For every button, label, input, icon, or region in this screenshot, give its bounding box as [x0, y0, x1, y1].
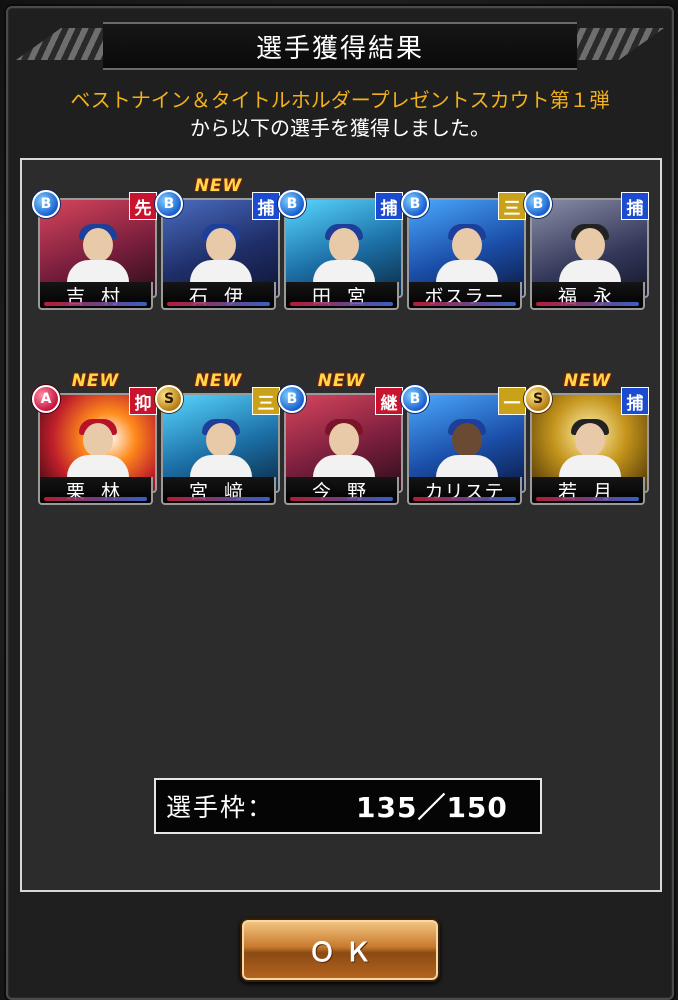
player-name: カリステ	[407, 477, 522, 505]
roster-count-box: 選手枠： 135／150	[154, 778, 542, 834]
scout-name-text: ベストナイン＆タイトルホルダープレゼントスカウト第１弾	[70, 88, 610, 112]
player-card[interactable]: 栗 林 A 抑 NEW	[32, 371, 157, 505]
position-badge: 三	[252, 387, 280, 415]
player-name: 今 野	[284, 477, 399, 505]
player-card[interactable]: ボスラー B 三	[401, 190, 526, 310]
position-badge: 捕	[621, 192, 649, 220]
title-bar: 選手獲得結果	[8, 22, 672, 70]
rank-badge: B	[401, 190, 429, 218]
player-card[interactable]: 田 宮 B 捕	[278, 190, 403, 310]
player-card[interactable]: カリステ B 一	[401, 385, 526, 505]
player-card[interactable]: 宮 﨑 S 三 NEW	[155, 371, 280, 505]
player-name: 栗 林	[38, 477, 153, 505]
result-dialog: 選手獲得結果 ベストナイン＆タイトルホルダープレゼントスカウト第１弾 から以下の…	[6, 6, 674, 1000]
new-label: NEW	[194, 371, 243, 391]
position-badge: 継	[375, 387, 403, 415]
rank-badge: B	[401, 385, 429, 413]
title-plate: 選手獲得結果	[103, 22, 577, 70]
ok-button[interactable]: ＯＫ	[240, 918, 440, 982]
player-card[interactable]: 石 伊 B 捕 NEW	[155, 176, 280, 310]
player-list-panel: 吉 村 B 先 石 伊 B 捕 NEW 田 宮 B 捕 ボスラー B 三 福 永…	[20, 158, 662, 892]
acquired-text: から以下の選手を獲得しました。	[190, 116, 490, 140]
player-name: 若 月	[530, 477, 645, 505]
position-badge: 抑	[129, 387, 157, 415]
position-badge: 三	[498, 192, 526, 220]
player-grid: 吉 村 B 先 石 伊 B 捕 NEW 田 宮 B 捕 ボスラー B 三 福 永…	[32, 176, 649, 505]
new-label: NEW	[71, 371, 120, 391]
position-badge: 捕	[252, 192, 280, 220]
roster-label: 選手枠：	[166, 793, 275, 822]
rank-badge: B	[524, 190, 552, 218]
rank-badge: B	[278, 190, 306, 218]
player-name: ボスラー	[407, 282, 522, 310]
new-label: NEW	[317, 371, 366, 391]
player-name: 田 宮	[284, 282, 399, 310]
player-card[interactable]: 吉 村 B 先	[32, 190, 157, 310]
player-card[interactable]: 今 野 B 継 NEW	[278, 371, 403, 505]
new-label: NEW	[563, 371, 612, 391]
player-name: 福 永	[530, 282, 645, 310]
result-message: ベストナイン＆タイトルホルダープレゼントスカウト第１弾 から以下の選手を獲得しま…	[8, 86, 672, 142]
player-name: 石 伊	[161, 282, 276, 310]
new-label: NEW	[194, 176, 243, 196]
position-badge: 捕	[375, 192, 403, 220]
rank-badge: B	[32, 190, 60, 218]
player-card[interactable]: 若 月 S 捕 NEW	[524, 371, 649, 505]
position-badge: 先	[129, 192, 157, 220]
player-name: 宮 﨑	[161, 477, 276, 505]
position-badge: 一	[498, 387, 526, 415]
ok-button-label: ＯＫ	[308, 937, 381, 968]
player-card[interactable]: 福 永 B 捕	[524, 190, 649, 310]
player-name: 吉 村	[38, 282, 153, 310]
position-badge: 捕	[621, 387, 649, 415]
roster-count: 135／150	[356, 791, 508, 824]
dialog-title: 選手獲得結果	[255, 33, 424, 64]
